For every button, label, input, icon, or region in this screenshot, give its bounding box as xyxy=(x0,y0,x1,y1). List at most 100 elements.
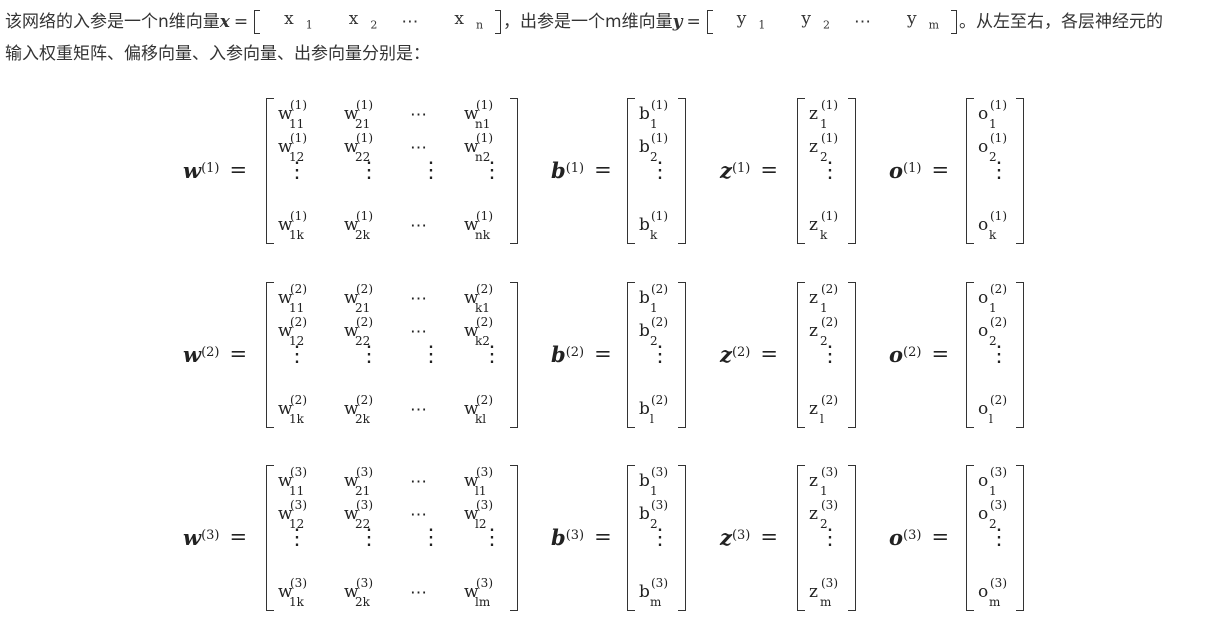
w-vdots: ⋮ xyxy=(420,343,442,367)
w-vdots-glyph: ⋮ xyxy=(286,525,308,550)
o-vector-label-3-equals: = xyxy=(931,525,950,549)
b-cell-superscript: (2) xyxy=(651,282,668,296)
z-cell-superscript: (1) xyxy=(821,209,838,223)
z-cell-symbol: z xyxy=(809,399,818,419)
z-vector-label-2-symbol: z xyxy=(720,341,732,367)
o-cell: o (2) 1 xyxy=(978,282,1007,315)
w-hdots: ⋯ xyxy=(410,505,430,525)
b-vector-label-1-superscript: (1) xyxy=(565,160,585,176)
w-cell-superscript: (3) xyxy=(356,498,373,512)
o-vector-label-3-symbol: o xyxy=(889,524,904,550)
w-cell: w (2) 21 xyxy=(344,282,373,315)
w-cell-superscript: (1) xyxy=(290,131,307,145)
intro-text-a: 该网络的入参是一个n维向量 xyxy=(5,12,220,32)
w-cell: w (2) 1k xyxy=(278,393,307,426)
z-cell-symbol: z xyxy=(809,471,818,491)
w-cell-subscript: nk xyxy=(475,228,490,242)
w-cell-superscript: (1) xyxy=(356,131,373,145)
o-cell: o (1) k xyxy=(978,209,1007,242)
w-vdots-glyph: ⋮ xyxy=(420,525,442,550)
w-matrix-1-right-bracket xyxy=(510,98,518,244)
w-matrix-label-3-symbol: w xyxy=(183,524,202,550)
w-matrix-label-1-superscript: (1) xyxy=(201,160,220,176)
w-matrix-label-3-equals: = xyxy=(229,525,248,549)
b-cell-superscript: (1) xyxy=(651,131,668,145)
w-cell: w (1) 1k xyxy=(278,209,307,242)
z-vector-label-3: z (3) = xyxy=(720,462,778,612)
x-row-vector: x 1 x 2 ⋯ x n xyxy=(254,9,502,34)
z-cell-symbol: z xyxy=(809,288,818,308)
w-vdots-glyph: ⋮ xyxy=(358,158,380,183)
b-cell-symbol: b xyxy=(639,104,650,124)
b-cell: b (3) m xyxy=(639,576,668,609)
b-vdots: ⋮ xyxy=(649,526,671,550)
w-cell: w (1) n2 xyxy=(464,131,493,164)
o-cell-superscript: (3) xyxy=(990,465,1007,479)
w-cell: w (2) 2k xyxy=(344,393,373,426)
w-matrix-2-right-bracket xyxy=(510,282,518,428)
o-vector-3-left-bracket xyxy=(966,465,974,611)
w-cell-superscript: (1) xyxy=(476,98,493,112)
o-cell-superscript: (2) xyxy=(990,282,1007,296)
z-cell: z (3) 1 xyxy=(809,465,838,498)
x-vector-def: x = x 1 x 2 ⋯ x n xyxy=(220,6,503,38)
w-matrix-label-1-symbol: w xyxy=(183,157,202,183)
b-cell: b (3) 2 xyxy=(639,498,668,531)
w-vdots: ⋮ xyxy=(481,526,503,550)
w-cell: w (3) l2 xyxy=(464,498,493,531)
w-cell: w (1) 11 xyxy=(278,98,307,131)
w-cell-superscript: (2) xyxy=(476,282,493,296)
w-cell: w (3) 11 xyxy=(278,465,307,498)
z-vector-1-right-bracket xyxy=(848,98,856,244)
b-vector-label-3: b (3) = xyxy=(551,462,612,612)
b-cell-superscript: (3) xyxy=(651,498,668,512)
z-vector-label-1-superscript: (1) xyxy=(731,160,751,176)
o-vector-label-1-equals: = xyxy=(931,158,950,182)
w-vdots-glyph: ⋮ xyxy=(481,342,503,367)
w-cell: w (3) 1k xyxy=(278,576,307,609)
w-cell-subscript: 2k xyxy=(355,228,370,242)
z-cell-superscript: (1) xyxy=(821,98,838,112)
b-cell: b (2) 2 xyxy=(639,315,668,348)
w-cell: w (2) k2 xyxy=(464,315,493,348)
b-cell-superscript: (3) xyxy=(651,576,668,590)
b-vdots-glyph: ⋮ xyxy=(649,342,671,367)
z-cell: z (1) 2 xyxy=(809,131,838,164)
b-vector-2-right-bracket xyxy=(678,282,686,428)
b-cell: b (1) 1 xyxy=(639,98,668,131)
y-symbol: y xyxy=(672,12,683,32)
o-cell-subscript: m xyxy=(989,595,1001,609)
o-cell-symbol: o xyxy=(978,288,989,308)
b-cell-symbol: b xyxy=(639,321,650,341)
b-vdots-glyph: ⋮ xyxy=(649,158,671,183)
w-cell-subscript: 2k xyxy=(355,412,370,426)
b-cell-superscript: (1) xyxy=(651,98,668,112)
z-vector-label-3-symbol: z xyxy=(720,524,732,550)
w-matrix-label-2-symbol: w xyxy=(183,341,202,367)
w-cell-superscript: (3) xyxy=(290,576,307,590)
w-vdots: ⋮ xyxy=(358,526,380,550)
w-cell-superscript: (3) xyxy=(290,498,307,512)
w-cell: w (1) 2k xyxy=(344,209,373,242)
b-vector-1-left-bracket xyxy=(627,98,635,244)
z-cell-superscript: (1) xyxy=(821,131,838,145)
z-vector-label-3-equals: = xyxy=(760,525,778,549)
z-vector-3-left-bracket xyxy=(797,465,805,611)
b-vector-label-1-symbol: b xyxy=(551,157,566,183)
o-vector-label-2-equals: = xyxy=(931,342,950,366)
layer-1-block: w (1) = w (1) 11 w (1) 21 ⋯ w (1) n1 w (1) 12 w (1) 22 ⋯ w (1… xyxy=(0,95,1219,245)
b-vector-label-1-equals: = xyxy=(594,158,612,182)
w-cell: w (3) 22 xyxy=(344,498,373,531)
o-cell: o (2) 2 xyxy=(978,315,1007,348)
w-matrix-2-left-bracket xyxy=(266,282,274,428)
o-vector-1-left-bracket xyxy=(966,98,974,244)
w-hdots: ⋯ xyxy=(410,322,430,342)
b-cell-symbol: b xyxy=(639,504,650,524)
o-cell-superscript: (1) xyxy=(990,209,1007,223)
z-cell-superscript: (3) xyxy=(821,576,838,590)
z-vector-2-left-bracket xyxy=(797,282,805,428)
w-cell-superscript: (1) xyxy=(290,209,307,223)
z-cell-symbol: z xyxy=(809,215,818,235)
w-cell: w (1) 12 xyxy=(278,131,307,164)
z-cell-symbol: z xyxy=(809,104,818,124)
